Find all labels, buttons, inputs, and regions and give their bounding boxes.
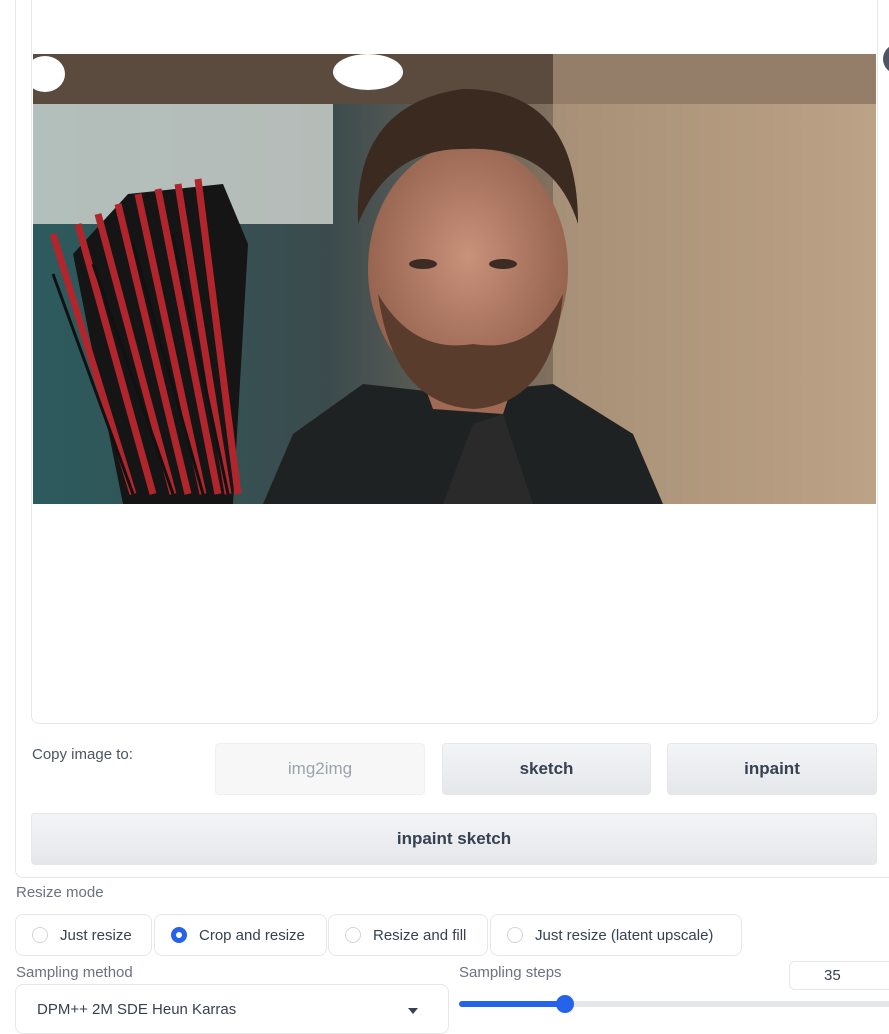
sampling-steps-value: 35 [824,967,841,984]
sampling-steps-input[interactable]: 35 [789,961,889,990]
radio-icon [345,927,361,943]
resize-option-resize-and-fill[interactable]: Resize and fill [328,914,488,956]
sampling-steps-slider[interactable] [459,995,889,1013]
radio-label: Crop and resize [199,926,305,944]
sampling-method-dropdown[interactable]: DPM++ 2M SDE Heun Karras [15,984,449,1034]
resize-option-latent-upscale[interactable]: Just resize (latent upscale) [490,914,742,956]
inpaint-button[interactable]: inpaint [667,743,877,795]
sampling-method-label: Sampling method [16,964,133,981]
resize-option-just-resize[interactable]: Just resize [15,914,152,956]
radio-icon [507,927,523,943]
slider-fill [459,1001,565,1007]
radio-label: Just resize [60,926,132,944]
radio-selected-icon [171,927,187,943]
copy-image-to-label: Copy image to: [32,746,133,763]
slider-handle[interactable] [555,995,574,1013]
resize-mode-label: Resize mode [16,884,104,901]
resize-option-crop-and-resize[interactable]: Crop and resize [154,914,327,956]
inpaint-sketch-button[interactable]: inpaint sketch [31,813,877,865]
radio-icon [32,927,48,943]
sketch-button[interactable]: sketch [442,743,651,795]
sampling-method-value: DPM++ 2M SDE Heun Karras [37,1000,237,1018]
image-viewer[interactable] [31,0,878,724]
radio-label: Resize and fill [373,926,467,944]
radio-label: Just resize (latent upscale) [535,926,714,944]
input-image [33,54,876,504]
img2img-button[interactable]: img2img [215,743,425,795]
sampling-steps-label: Sampling steps [459,964,562,981]
chevron-down-icon [408,1008,418,1014]
